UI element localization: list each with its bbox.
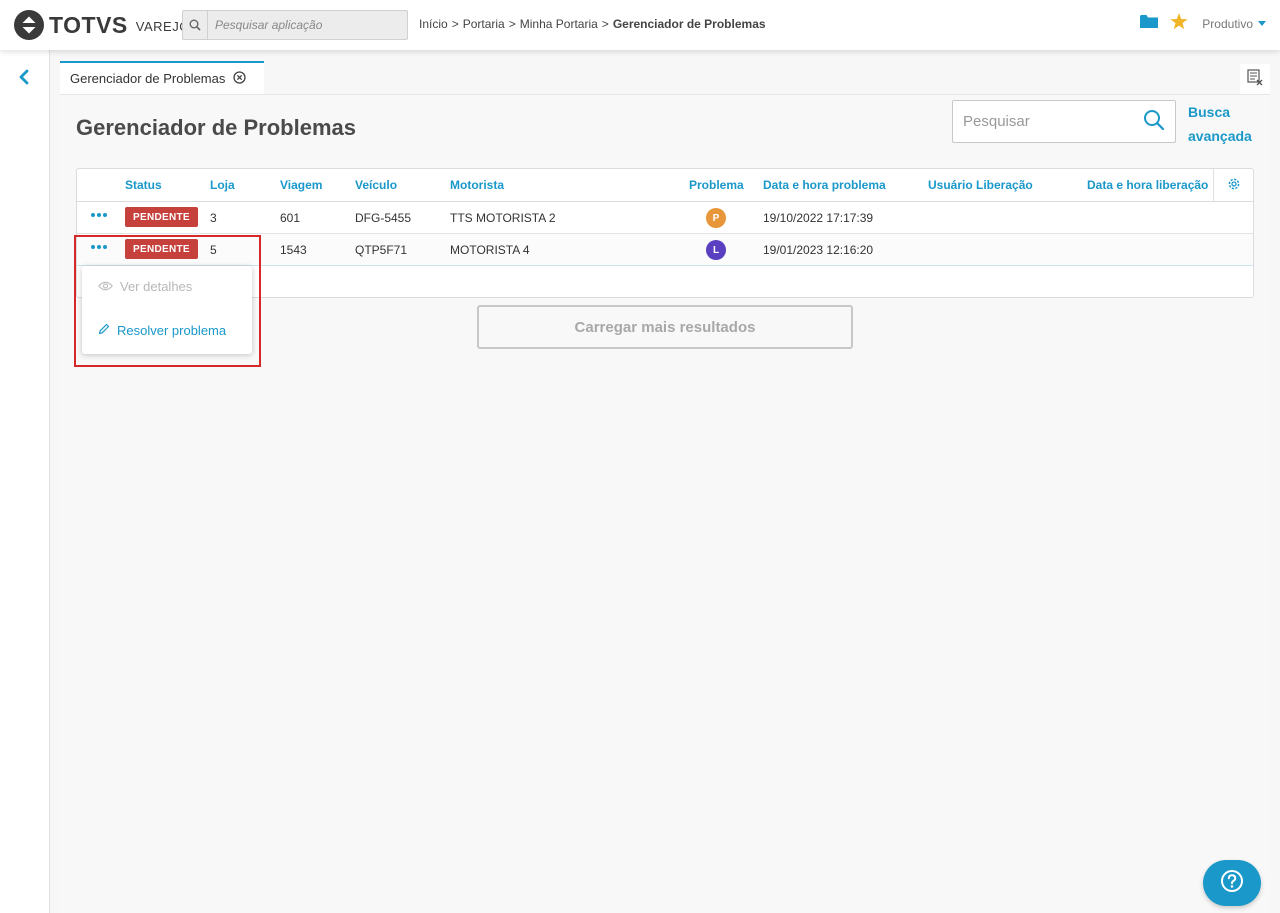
menu-item-ver-detalhes[interactable]: Ver detalhes bbox=[97, 279, 193, 294]
eye-icon bbox=[97, 279, 114, 294]
menu-item-label: Ver detalhes bbox=[120, 279, 193, 294]
main-panel: Gerenciador de Problemas Pesquisar Busca… bbox=[60, 94, 1270, 913]
cell-data-problema: 19/10/2022 17:17:39 bbox=[763, 211, 874, 225]
top-bar: TOTVS VAREJO Pesquisar aplicação Início >… bbox=[0, 0, 1280, 50]
tab-label: Gerenciador de Problemas bbox=[70, 71, 226, 86]
brand-name: TOTVS bbox=[49, 11, 128, 38]
cell-viagem: 1543 bbox=[280, 243, 307, 257]
chevron-down-icon[interactable] bbox=[1258, 21, 1266, 26]
chevron-left-icon[interactable] bbox=[17, 69, 31, 89]
close-tabs-icon bbox=[1246, 68, 1264, 90]
close-all-tabs-button[interactable] bbox=[1240, 64, 1270, 94]
search-placeholder: Pesquisar bbox=[963, 113, 1030, 130]
search-input[interactable]: Pesquisar bbox=[952, 100, 1176, 143]
status-badge: PENDENTE bbox=[125, 239, 198, 259]
column-header-motorista[interactable]: Motorista bbox=[450, 178, 504, 192]
table-row: PENDENTE 5 1543 QTP5F71 MOTORISTA 4 L 19… bbox=[77, 234, 1253, 266]
page-title: Gerenciador de Problemas bbox=[76, 115, 356, 140]
pencil-icon bbox=[98, 323, 110, 338]
problem-type-badge: L bbox=[706, 240, 726, 260]
sidebar bbox=[0, 50, 50, 913]
search-icon[interactable] bbox=[1143, 109, 1165, 135]
column-header-data-problema[interactable]: Data e hora problema bbox=[763, 178, 886, 192]
search-icon bbox=[183, 11, 208, 39]
totvs-logo-icon bbox=[14, 10, 44, 40]
close-icon[interactable] bbox=[233, 70, 247, 87]
load-more-button[interactable]: Carregar mais resultados bbox=[477, 305, 853, 349]
column-header-status[interactable]: Status bbox=[125, 178, 162, 192]
menu-item-resolver-problema[interactable]: Resolver problema bbox=[98, 323, 226, 338]
cell-veiculo: QTP5F71 bbox=[355, 243, 408, 257]
tab-strip: Gerenciador de Problemas bbox=[60, 60, 1270, 94]
breadcrumb-item-minha-portaria[interactable]: Minha Portaria bbox=[520, 17, 598, 31]
star-icon[interactable] bbox=[1170, 13, 1188, 34]
folder-icon[interactable] bbox=[1140, 14, 1159, 33]
help-button[interactable] bbox=[1203, 860, 1261, 906]
row-actions-menu: Ver detalhes Resolver problema bbox=[82, 266, 252, 354]
cell-viagem: 601 bbox=[280, 211, 301, 225]
column-header-viagem[interactable]: Viagem bbox=[280, 178, 322, 192]
column-header-data-liberacao[interactable]: Data e hora liberação bbox=[1087, 178, 1208, 192]
breadcrumb-item-inicio[interactable]: Início bbox=[419, 17, 448, 31]
breadcrumb-item-portaria[interactable]: Portaria bbox=[463, 17, 505, 31]
app-search-input[interactable]: Pesquisar aplicação bbox=[182, 10, 408, 40]
app-search-placeholder: Pesquisar aplicação bbox=[215, 18, 323, 32]
environment-selector[interactable]: Produtivo bbox=[1202, 17, 1253, 31]
problem-type-badge: P bbox=[706, 208, 726, 228]
brand-logo[interactable]: TOTVS VAREJO bbox=[14, 9, 190, 41]
table-settings-button[interactable] bbox=[1213, 169, 1253, 201]
column-header-veiculo[interactable]: Veículo bbox=[355, 178, 397, 192]
top-right-actions: Produtivo bbox=[1140, 13, 1266, 34]
column-header-loja[interactable]: Loja bbox=[210, 178, 235, 192]
breadcrumb: Início > Portaria > Minha Portaria > Gerenciad… bbox=[419, 17, 766, 31]
column-header-usuario-liberacao[interactable]: Usuário Liberação bbox=[928, 178, 1033, 192]
cell-veiculo: DFG-5455 bbox=[355, 211, 412, 225]
table-header: Status Loja Viagem Veículo Motorista Pro… bbox=[77, 169, 1253, 202]
row-actions-button[interactable] bbox=[88, 208, 110, 222]
gear-icon bbox=[1227, 176, 1241, 195]
table-row: PENDENTE 3 601 DFG-5455 TTS MOTORISTA 2 … bbox=[77, 202, 1253, 234]
cell-motorista: TTS MOTORISTA 2 bbox=[450, 211, 556, 225]
help-icon bbox=[1220, 869, 1244, 897]
cell-motorista: MOTORISTA 4 bbox=[450, 243, 530, 257]
breadcrumb-item-current: Gerenciador de Problemas bbox=[612, 17, 766, 31]
advanced-search-link[interactable]: Busca avançada bbox=[1188, 100, 1258, 148]
row-actions-button[interactable] bbox=[88, 240, 110, 254]
tab-gerenciador-problemas[interactable]: Gerenciador de Problemas bbox=[60, 61, 264, 94]
cell-loja: 5 bbox=[210, 243, 217, 257]
column-header-problema[interactable]: Problema bbox=[689, 178, 744, 192]
cell-data-problema: 19/01/2023 12:16:20 bbox=[763, 243, 874, 257]
cell-loja: 3 bbox=[210, 211, 217, 225]
menu-item-label: Resolver problema bbox=[117, 323, 227, 338]
problems-table: Status Loja Viagem Veículo Motorista Pro… bbox=[76, 168, 1254, 298]
status-badge: PENDENTE bbox=[125, 207, 198, 227]
